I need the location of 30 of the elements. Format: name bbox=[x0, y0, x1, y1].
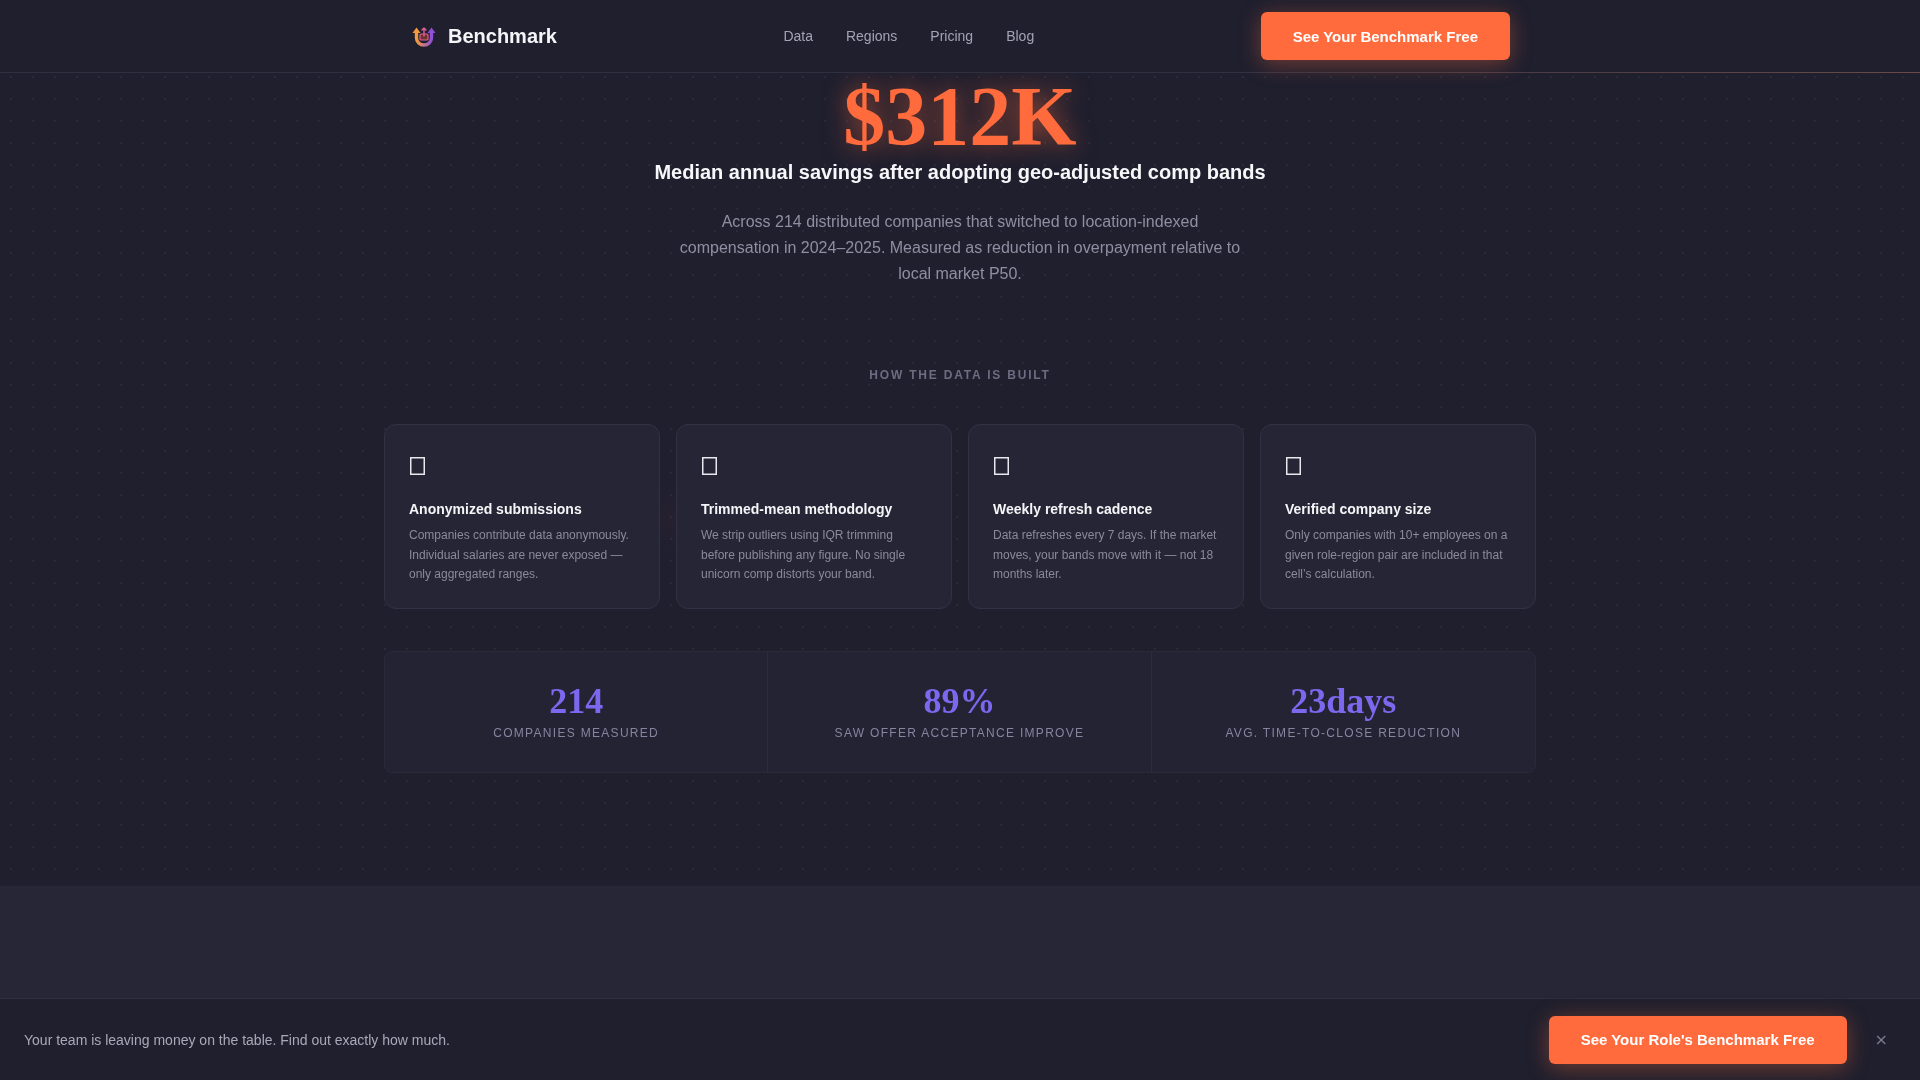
nav-link[interactable]: Blog bbox=[1006, 28, 1035, 44]
stat-label: AVG. TIME-TO-CLOSE REDUCTION bbox=[1225, 724, 1462, 741]
missing-glyph-icon bbox=[994, 457, 1009, 475]
card-title: Verified company size bbox=[1285, 500, 1433, 519]
hero-figure: $312K bbox=[843, 75, 1077, 158]
stat-value: 214 bbox=[549, 680, 604, 721]
card-description: Only companies with 10+ employees on a given role-region pair are included in that cell’s calculation. bbox=[1285, 527, 1509, 583]
card-description: We strip outliers using IQR trimming before publishing any figure. No single unicorn comp distorts your band. bbox=[701, 527, 907, 583]
card-title: Anonymized submissions bbox=[409, 500, 583, 519]
nav-link[interactable]: Regions bbox=[845, 28, 898, 44]
section-label: HOW THE DATA IS BUILT bbox=[869, 367, 1051, 383]
nav-link[interactable]: Pricing bbox=[930, 28, 974, 44]
card-title: Weekly refresh cadence bbox=[993, 500, 1154, 519]
hero-description: Across 214 distributed companies that switched to location-indexed compensation in 2024–2025. Measured as reduction in overpayment relative to local market P50. bbox=[678, 212, 1242, 284]
card-description: Companies contribute data anonymously. Individual salaries are never exposed — only aggregated ranges. bbox=[409, 527, 630, 583]
logo-icon bbox=[412, 25, 436, 47]
missing-glyph-icon bbox=[702, 457, 717, 475]
missing-glyph-icon bbox=[1286, 457, 1301, 475]
stat-label: SAW OFFER ACCEPTANCE IMPROVE bbox=[834, 724, 1085, 741]
card-description: Data refreshes every 7 days. If the market moves, your bands move with it — not 18 months later. bbox=[993, 527, 1218, 583]
stat-value: 23days bbox=[1290, 680, 1397, 721]
nav-link[interactable]: Data bbox=[783, 28, 813, 44]
close-button[interactable]: × bbox=[1870, 1029, 1892, 1050]
missing-glyph-icon bbox=[410, 457, 425, 475]
hero-headline: Median annual savings after adopting geo-adjusted comp bands bbox=[654, 160, 1266, 185]
stat-label: COMPANIES MEASURED bbox=[493, 724, 660, 741]
card-title: Trimmed-mean methodology bbox=[701, 500, 894, 519]
stat-value: 89% bbox=[923, 680, 996, 721]
cta-message: Your team is leaving money on the table. Find out exactly how much. bbox=[24, 1031, 451, 1048]
brand-name: Benchmark bbox=[448, 24, 557, 48]
